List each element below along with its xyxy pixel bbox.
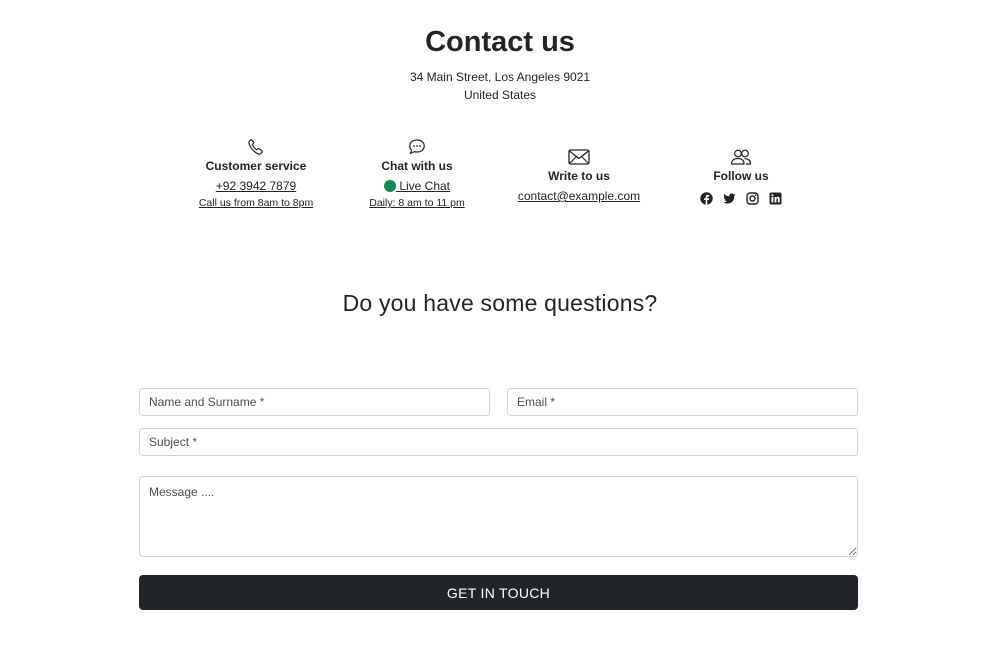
call-hours-link[interactable]: Call us from 8am to 8pm <box>196 197 316 209</box>
name-input[interactable] <box>139 388 490 416</box>
address-line-2: United States <box>463 88 537 102</box>
get-in-touch-button[interactable]: GET IN TOUCH <box>139 575 858 610</box>
chat-bubble-icon <box>357 138 477 156</box>
customer-service-block: Customer service +92 3942 7879 Call us f… <box>196 138 316 209</box>
message-textarea[interactable] <box>139 476 858 557</box>
chat-block: Chat with us Live Chat Daily: 8 am to 11… <box>357 138 477 209</box>
online-status-icon <box>383 180 396 192</box>
instagram-icon[interactable] <box>746 192 759 205</box>
linkedin-icon[interactable] <box>769 192 782 205</box>
contact-page: Contact us 34 Main Street, Los Angeles 9… <box>0 0 1000 646</box>
follow-heading: Follow us <box>713 169 769 183</box>
phone-link[interactable]: +92 3942 7879 <box>196 179 316 193</box>
subject-input[interactable] <box>139 428 858 456</box>
write-heading: Write to us <box>548 169 610 183</box>
email-input[interactable] <box>507 388 858 416</box>
facebook-icon[interactable] <box>700 192 713 205</box>
envelope-icon <box>509 148 649 166</box>
address-line-1: 34 Main Street, Los Angeles 9021 <box>409 70 591 84</box>
email-link[interactable]: contact@example.com <box>509 189 649 203</box>
people-icon <box>681 148 801 166</box>
live-chat-label: Live Chat <box>395 179 451 193</box>
social-links <box>681 192 801 205</box>
chat-heading: Chat with us <box>381 159 453 173</box>
address: 34 Main Street, Los Angeles 9021 United … <box>0 68 1000 104</box>
follow-block: Follow us <box>681 148 801 205</box>
phone-icon <box>196 138 316 156</box>
questions-heading: Do you have some questions? <box>342 290 658 316</box>
live-chat-link[interactable]: Live Chat <box>357 179 477 193</box>
page-title: Contact us <box>425 26 575 58</box>
chat-hours-link[interactable]: Daily: 8 am to 11 pm <box>357 197 477 209</box>
write-block: Write to us contact@example.com <box>509 148 649 203</box>
twitter-icon[interactable] <box>723 192 736 205</box>
customer-service-heading: Customer service <box>205 159 307 173</box>
